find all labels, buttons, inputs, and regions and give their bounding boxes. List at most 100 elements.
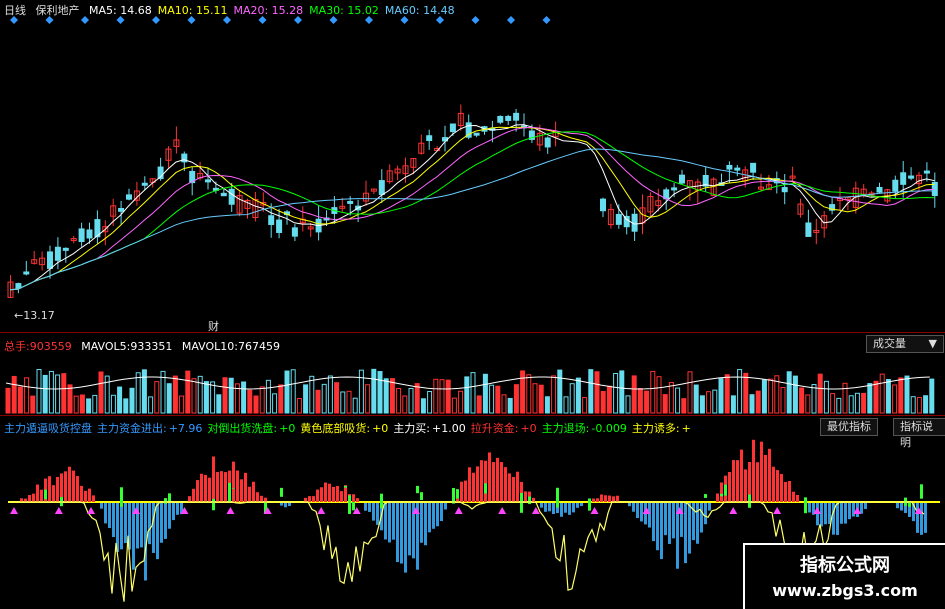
volume-bar bbox=[79, 394, 85, 414]
volume-bar bbox=[823, 380, 829, 414]
candle-body bbox=[679, 174, 685, 184]
buy-signal-icon bbox=[10, 507, 18, 514]
volume-panel[interactable]: 总手:903559 MAVOL5:933351 MAVOL10:767459 成… bbox=[0, 335, 945, 415]
washout-bar bbox=[704, 494, 707, 498]
volume-bar bbox=[445, 379, 451, 414]
signal-diamond-icon bbox=[471, 16, 480, 24]
volume-bar bbox=[594, 371, 600, 414]
inflow-bar bbox=[788, 481, 791, 502]
candle-body bbox=[615, 213, 622, 225]
outflow-bar bbox=[152, 503, 155, 553]
outflow-bar bbox=[648, 503, 651, 528]
inflow-bar bbox=[28, 495, 31, 502]
volume-bar bbox=[110, 394, 116, 414]
volume-bar bbox=[830, 393, 836, 414]
inflow-bar bbox=[200, 473, 203, 502]
price-chart-panel[interactable]: 日线 保利地产 MA5: 14.68 MA10: 15.11 MA20: 15.28… bbox=[0, 0, 945, 333]
candle-body bbox=[473, 132, 480, 136]
volume-bar bbox=[836, 397, 842, 414]
volume-bar bbox=[854, 392, 860, 414]
inflow-bar bbox=[52, 485, 55, 502]
moving-average-line bbox=[9, 126, 935, 291]
volume-bar bbox=[892, 384, 898, 414]
volume-bar bbox=[48, 370, 54, 414]
washout-bar bbox=[804, 497, 807, 514]
panel-divider bbox=[0, 332, 945, 333]
inflow-bar bbox=[212, 456, 215, 502]
outflow-bar bbox=[664, 503, 667, 536]
outflow-bar bbox=[576, 503, 579, 508]
candlestick-chart[interactable] bbox=[0, 0, 945, 332]
volume-bar bbox=[327, 375, 333, 414]
indicator-dropdown[interactable]: 成交量 ▼ bbox=[866, 335, 944, 353]
inflow-bar bbox=[512, 477, 515, 502]
washout-bar bbox=[212, 498, 215, 511]
outflow-bar bbox=[100, 503, 103, 509]
outflow-bar bbox=[560, 503, 563, 517]
outflow-bar bbox=[376, 503, 379, 525]
candle-body bbox=[923, 170, 930, 174]
inflow-bar bbox=[756, 462, 759, 502]
buy-signal-icon bbox=[729, 507, 738, 514]
volume-bar bbox=[241, 381, 247, 414]
volume-bar bbox=[569, 383, 575, 414]
mavol5-label: MAVOL5: bbox=[81, 340, 131, 353]
candle-body bbox=[378, 180, 385, 195]
inflow-bar bbox=[612, 496, 615, 502]
volume-bar bbox=[619, 370, 625, 414]
volume-bar bbox=[817, 373, 823, 414]
volume-bar bbox=[613, 373, 619, 414]
candle-body bbox=[805, 222, 812, 237]
inflow-bar bbox=[192, 488, 195, 502]
volume-bar bbox=[867, 383, 873, 414]
outflow-bar bbox=[864, 503, 867, 509]
volume-bar bbox=[470, 372, 476, 414]
volume-bar bbox=[55, 374, 61, 414]
volume-bar bbox=[185, 370, 191, 414]
volume-bar bbox=[489, 384, 495, 414]
volume-bar bbox=[191, 378, 197, 414]
best-indicator-button[interactable]: 最优指标 bbox=[820, 418, 878, 436]
volume-bar bbox=[464, 376, 470, 414]
inflow-bar bbox=[208, 477, 211, 502]
outflow-bar bbox=[852, 503, 855, 517]
outflow-bar bbox=[148, 503, 151, 545]
indicator-help-button[interactable]: 指标说明 bbox=[893, 418, 945, 449]
inflow-bar bbox=[760, 441, 763, 502]
inflow-bar bbox=[768, 448, 771, 502]
volume-bar bbox=[61, 373, 67, 414]
outflow-bar bbox=[696, 503, 699, 544]
candle-body bbox=[876, 186, 883, 193]
outflow-bar bbox=[396, 503, 399, 563]
outflow-bar bbox=[112, 503, 115, 538]
inflow-bar bbox=[312, 496, 315, 502]
inflow-bar bbox=[88, 488, 91, 502]
volume-bar bbox=[842, 382, 848, 414]
candle-body bbox=[750, 162, 757, 173]
moving-average-line bbox=[9, 131, 935, 291]
ma-legend-item: MA5: 14.68 bbox=[89, 4, 152, 17]
inflow-bar bbox=[244, 472, 247, 502]
candle-body bbox=[126, 194, 132, 200]
candle-body bbox=[78, 228, 85, 242]
outflow-bar bbox=[544, 503, 547, 512]
buy-signal-icon bbox=[54, 507, 63, 514]
inflow-bar bbox=[744, 469, 747, 502]
washout-bar bbox=[528, 496, 531, 505]
outflow-bar bbox=[284, 503, 287, 508]
washout-bar bbox=[748, 494, 751, 508]
volume-bar bbox=[172, 375, 178, 414]
candle-body bbox=[220, 192, 227, 197]
inflow-bar bbox=[492, 462, 495, 502]
volume-bar bbox=[141, 369, 147, 414]
inflow-bar bbox=[596, 498, 599, 502]
inflow-bar bbox=[616, 495, 619, 502]
volume-bar bbox=[737, 369, 743, 414]
volume-bar bbox=[92, 394, 98, 414]
volume-bar bbox=[706, 391, 712, 414]
outflow-bar bbox=[632, 503, 635, 512]
candle-body bbox=[505, 115, 512, 121]
inflow-bar bbox=[36, 484, 39, 502]
candle-body bbox=[449, 123, 456, 133]
volume-bar bbox=[315, 389, 321, 414]
